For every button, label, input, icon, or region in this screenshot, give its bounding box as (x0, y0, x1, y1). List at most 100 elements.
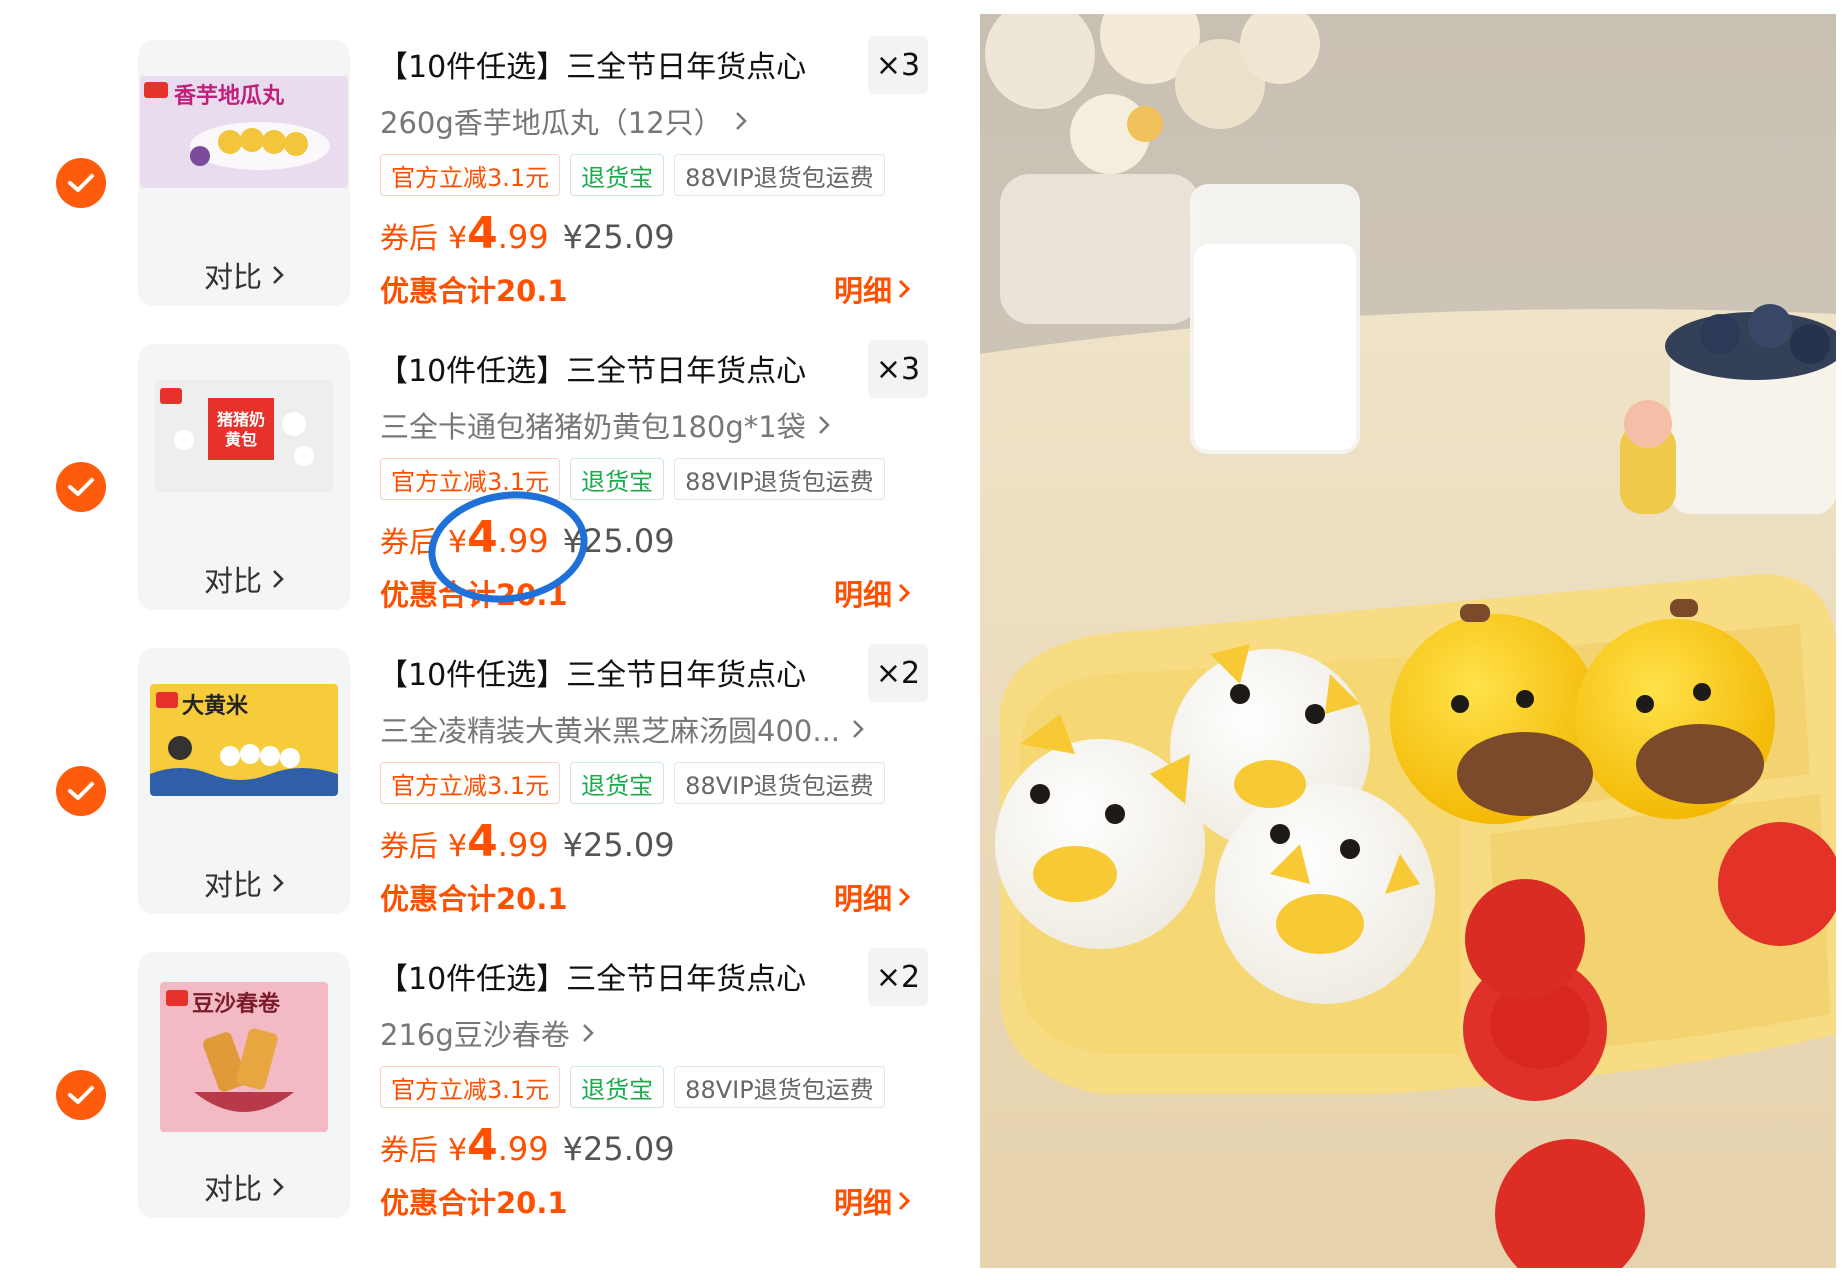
product-title[interactable]: 【10件任选】三全节日年货点心 (378, 954, 806, 998)
product-package-image: 豆沙春卷 (160, 982, 328, 1132)
price-decimal: .99 (497, 218, 549, 256)
chevron-right-icon (853, 720, 864, 738)
spec-text: 216g豆沙春卷 (380, 1018, 570, 1052)
spec-selector[interactable]: 三全凌精装大黄米黑芝麻汤圆400... (380, 708, 864, 750)
original-price: ¥25.09 (562, 218, 675, 256)
check-icon (68, 782, 94, 800)
promo-tags: 官方立减3.1元 退货宝 88VIP退货包运费 (380, 154, 885, 196)
compare-label: 对比 (203, 564, 262, 598)
product-title[interactable]: 【10件任选】三全节日年货点心 (378, 42, 806, 86)
price-line: 券后 ¥ 4 .99 ¥25.09 (380, 1120, 675, 1171)
compare-button[interactable]: 对比 (138, 244, 350, 306)
chevron-right-icon (273, 570, 284, 588)
select-checkbox[interactable] (56, 1070, 106, 1120)
detail-label: 明细 (834, 882, 893, 916)
product-thumbnail[interactable]: 豆沙春卷 对比 (138, 952, 350, 1218)
select-checkbox[interactable] (56, 462, 106, 512)
package-label: 大黄米 (182, 693, 249, 719)
product-package-image: 猪猪奶黄包 (154, 380, 334, 492)
chevron-right-icon (818, 416, 830, 434)
currency-symbol: ¥ (448, 829, 468, 864)
quantity-badge[interactable]: ×2 (868, 948, 928, 1006)
savings-total: 优惠合计20.1 (380, 882, 568, 916)
compare-label: 对比 (203, 868, 262, 902)
chevron-right-icon (898, 1191, 911, 1211)
discount-tag: 官方立减3.1元 (380, 762, 561, 804)
detail-label: 明细 (834, 1186, 893, 1220)
promo-tags: 官方立减3.1元 退货宝 88VIP退货包运费 (380, 458, 885, 500)
price-decimal: .99 (497, 826, 549, 864)
product-thumbnail[interactable]: 香芋地瓜丸 对比 (138, 40, 350, 306)
chevron-right-icon (898, 887, 911, 907)
price-integer: 4 (467, 208, 498, 259)
chevron-right-icon (273, 266, 284, 284)
original-price: ¥25.09 (562, 1130, 675, 1168)
compare-label: 对比 (203, 260, 262, 294)
price-integer: 4 (467, 816, 498, 867)
return-insurance-tag: 退货宝 (570, 762, 665, 804)
price-line: 券后 ¥ 4 .99 ¥25.09 (380, 208, 675, 259)
check-icon (68, 1086, 94, 1104)
product-package-image: 香芋地瓜丸 (140, 76, 348, 188)
return-insurance-tag: 退货宝 (570, 458, 665, 500)
product-title[interactable]: 【10件任选】三全节日年货点心 (378, 346, 806, 390)
original-price: ¥25.09 (562, 826, 675, 864)
compare-button[interactable]: 对比 (138, 852, 350, 914)
return-insurance-tag: 退货宝 (570, 154, 665, 196)
detail-label: 明细 (834, 578, 893, 612)
quantity-badge[interactable]: ×2 (868, 644, 928, 702)
chevron-right-icon (898, 583, 911, 603)
discount-tag: 官方立减3.1元 (380, 154, 561, 196)
vip-shipping-tag: 88VIP退货包运费 (674, 762, 885, 804)
promo-tags: 官方立减3.1元 退货宝 88VIP退货包运费 (380, 1066, 885, 1108)
return-insurance-tag: 退货宝 (570, 1066, 665, 1108)
promo-tags: 官方立减3.1元 退货宝 88VIP退货包运费 (380, 762, 885, 804)
chevron-right-icon (735, 112, 747, 130)
vip-shipping-tag: 88VIP退货包运费 (674, 458, 885, 500)
spec-selector[interactable]: 216g豆沙春卷 (380, 1012, 594, 1054)
price-label: 券后 (380, 1133, 439, 1167)
compare-button[interactable]: 对比 (138, 1156, 350, 1218)
detail-link[interactable]: 明细 (834, 268, 911, 310)
cart-item: 香芋地瓜丸 对比 【10件任选】三全节日年货点心 ×3 260g香芋地瓜丸（12… (0, 36, 980, 346)
price-integer: 4 (467, 1120, 498, 1171)
detail-link[interactable]: 明细 (834, 876, 911, 918)
quantity-badge[interactable]: ×3 (868, 36, 928, 94)
chevron-right-icon (273, 1178, 284, 1196)
product-title[interactable]: 【10件任选】三全节日年货点心 (378, 650, 806, 694)
vip-shipping-tag: 88VIP退货包运费 (674, 1066, 885, 1108)
price-line: 券后 ¥ 4 .99 ¥25.09 (380, 816, 675, 867)
chevron-right-icon (582, 1024, 594, 1042)
price-label: 券后 (380, 829, 439, 863)
spec-text: 260g香芋地瓜丸（12只） (380, 106, 723, 140)
cart-list: 香芋地瓜丸 对比 【10件任选】三全节日年货点心 ×3 260g香芋地瓜丸（12… (0, 0, 980, 1280)
select-checkbox[interactable] (56, 766, 106, 816)
detail-link[interactable]: 明细 (834, 1180, 911, 1222)
quantity-badge[interactable]: ×3 (868, 340, 928, 398)
price-decimal: .99 (497, 1130, 549, 1168)
detail-link[interactable]: 明细 (834, 572, 911, 614)
savings-total: 优惠合计20.1 (380, 1186, 568, 1220)
check-icon (68, 478, 94, 496)
spec-text: 三全凌精装大黄米黑芝麻汤圆400... (380, 714, 841, 748)
compare-button[interactable]: 对比 (138, 548, 350, 610)
cart-item: 豆沙春卷 对比 【10件任选】三全节日年货点心 ×2 216g豆沙春卷 官方立减… (0, 948, 980, 1258)
product-photo (980, 14, 1836, 1268)
package-label: 猪猪奶黄包 (216, 410, 265, 449)
product-package-image: 大黄米 (150, 684, 338, 796)
compare-label: 对比 (203, 1172, 262, 1206)
product-thumbnail[interactable]: 猪猪奶黄包 对比 (138, 344, 350, 610)
chevron-right-icon (898, 279, 911, 299)
package-label: 香芋地瓜丸 (174, 83, 285, 109)
currency-symbol: ¥ (448, 221, 468, 256)
spec-selector[interactable]: 三全卡通包猪猪奶黄包180g*1袋 (380, 404, 830, 446)
vip-shipping-tag: 88VIP退货包运费 (674, 154, 885, 196)
spec-text: 三全卡通包猪猪奶黄包180g*1袋 (380, 410, 806, 444)
check-icon (68, 174, 94, 192)
product-thumbnail[interactable]: 大黄米 对比 (138, 648, 350, 914)
savings-total: 优惠合计20.1 (380, 274, 568, 308)
price-label: 券后 (380, 221, 439, 255)
spec-selector[interactable]: 260g香芋地瓜丸（12只） (380, 100, 747, 142)
select-checkbox[interactable] (56, 158, 106, 208)
discount-tag: 官方立减3.1元 (380, 1066, 561, 1108)
